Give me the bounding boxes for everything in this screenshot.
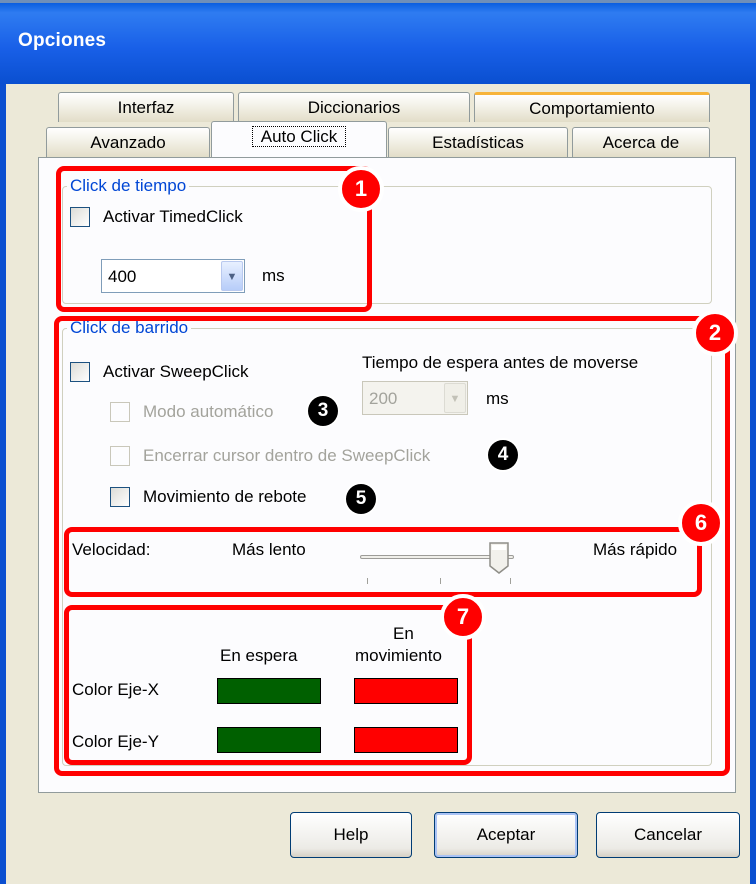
title-bar[interactable] [0, 0, 756, 84]
tab-label: Diccionarios [307, 98, 401, 117]
tab-label: Auto Click [251, 126, 347, 147]
tab-label: Interfaz [117, 98, 175, 117]
annotation-badge-1: 1 [338, 166, 384, 212]
annotation-badge-6: 6 [678, 500, 724, 546]
tab-interfaz[interactable]: Interfaz [58, 92, 234, 122]
tab-label: Estadísticas [432, 133, 524, 152]
tab-comportamiento[interactable]: Comportamiento [474, 92, 710, 122]
annotation-badge-4: 4 [488, 440, 518, 470]
tab-avanzado[interactable]: Avanzado [46, 127, 210, 157]
annotation-box-1 [56, 166, 372, 312]
tab-auto-click[interactable]: Auto Click [211, 121, 387, 157]
tab-acerca-de[interactable]: Acerca de [572, 127, 710, 157]
tab-label: Acerca de [602, 133, 680, 152]
cancel-button[interactable]: Cancelar [596, 812, 740, 858]
window-title: Opciones [18, 30, 107, 51]
tab-label: Avanzado [90, 133, 166, 152]
annotation-badge-2: 2 [692, 310, 738, 356]
tab-label: Comportamiento [529, 99, 655, 118]
tab-diccionarios[interactable]: Diccionarios [238, 92, 470, 122]
title-bar-background [0, 3, 756, 84]
annotation-badge-3: 3 [308, 396, 338, 426]
annotation-badge-5: 5 [346, 484, 376, 514]
ok-button[interactable]: Aceptar [434, 812, 578, 858]
annotation-box-7 [64, 605, 472, 765]
help-button[interactable]: Help [290, 812, 412, 858]
annotation-box-6 [64, 527, 702, 597]
annotation-badge-7: 7 [440, 594, 486, 640]
tab-estadisticas[interactable]: Estadísticas [388, 127, 568, 157]
